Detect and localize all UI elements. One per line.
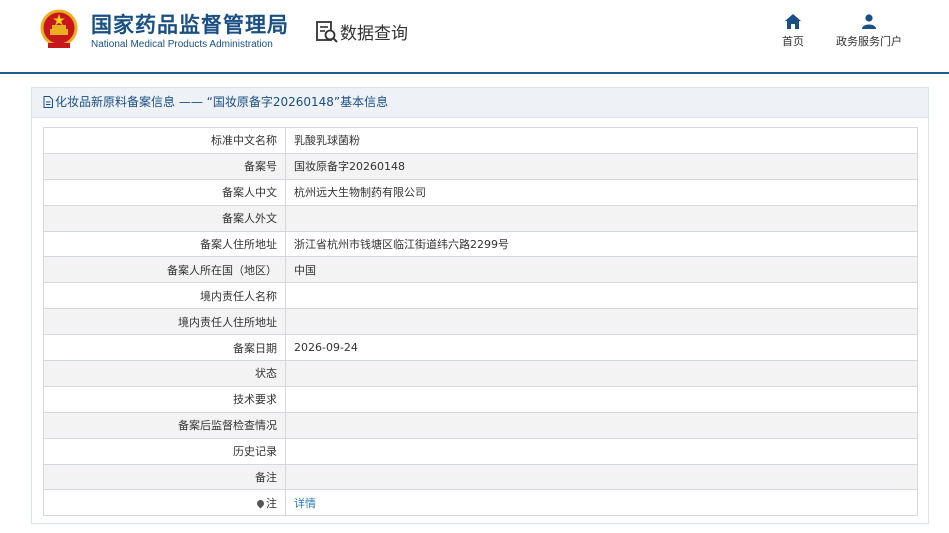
row-label: 备案人中文 bbox=[43, 178, 286, 206]
nav-home-label: 首页 bbox=[782, 35, 804, 48]
row-value bbox=[285, 385, 918, 413]
home-icon bbox=[785, 14, 801, 29]
row-value bbox=[285, 437, 918, 465]
row-label: 境内责任人住所地址 bbox=[43, 308, 286, 336]
data-query-icon bbox=[316, 21, 338, 43]
table-row: 备案人外文 bbox=[43, 204, 918, 232]
table-row: 境内责任人住所地址 bbox=[43, 308, 918, 336]
nav-portal-link[interactable]: 政务服务门户 bbox=[828, 14, 910, 49]
table-row: 技术要求 bbox=[43, 385, 918, 413]
row-label: 备案日期 bbox=[43, 334, 286, 362]
table-row: 备案号 国妆原备字20260148 bbox=[43, 152, 918, 180]
panel-header: 化妆品新原料备案信息 —— “国妆原备字20260148”基本信息 bbox=[32, 88, 928, 118]
row-label: 备案人所在国（地区） bbox=[43, 256, 286, 284]
row-value: 2026-09-24 bbox=[285, 334, 918, 362]
note-value-cell: 详情 bbox=[285, 489, 918, 517]
panel-title: 化妆品新原料备案信息 —— “国妆原备字20260148”基本信息 bbox=[55, 95, 389, 109]
header-divider bbox=[0, 72, 949, 74]
agency-name-cn: 国家药品监督管理局 bbox=[91, 13, 289, 37]
site-header: 国家药品监督管理局 National Medical Products Admi… bbox=[0, 0, 949, 72]
row-label: 历史记录 bbox=[43, 437, 286, 465]
row-value: 杭州远大生物制药有限公司 bbox=[285, 178, 918, 206]
info-table: 标准中文名称 乳酸乳球菌粉 备案号 国妆原备字20260148 备案人中文 杭州远大生物制… bbox=[43, 127, 918, 517]
note-label: 注 bbox=[266, 496, 277, 510]
user-icon bbox=[862, 14, 876, 29]
table-row: 状态 bbox=[43, 360, 918, 387]
table-row: 备案后监督检查情况 bbox=[43, 411, 918, 439]
table-row: 备注 bbox=[43, 463, 918, 491]
nav-portal-label: 政务服务门户 bbox=[836, 35, 902, 48]
row-value: 国妆原备字20260148 bbox=[285, 152, 918, 180]
table-row: 备案日期 2026-09-24 bbox=[43, 334, 918, 362]
document-icon bbox=[43, 96, 53, 108]
row-value bbox=[285, 308, 918, 336]
row-value bbox=[285, 463, 918, 491]
nav-home-link[interactable]: 首页 bbox=[772, 14, 814, 49]
row-value bbox=[285, 411, 918, 439]
table-row: 境内责任人名称 bbox=[43, 282, 918, 310]
note-label-cell: 注 bbox=[43, 489, 286, 517]
table-row: 标准中文名称 乳酸乳球菌粉 bbox=[43, 127, 918, 154]
details-link[interactable]: 详情 bbox=[294, 497, 316, 510]
agency-name-en: National Medical Products Administration bbox=[91, 39, 273, 50]
row-value bbox=[285, 360, 918, 387]
row-label: 备注 bbox=[43, 463, 286, 491]
location-pin-icon bbox=[255, 498, 266, 509]
row-label: 备案人住所地址 bbox=[43, 230, 286, 258]
row-value bbox=[285, 204, 918, 232]
row-label: 技术要求 bbox=[43, 385, 286, 413]
table-row: 备案人中文 杭州远大生物制药有限公司 bbox=[43, 178, 918, 206]
row-label: 备案人外文 bbox=[43, 204, 286, 232]
row-label: 标准中文名称 bbox=[43, 127, 286, 154]
row-value: 浙江省杭州市钱塘区临江街道纬六路2299号 bbox=[285, 230, 918, 258]
note-row: 注 详情 bbox=[43, 489, 918, 517]
row-label: 备案号 bbox=[43, 152, 286, 180]
row-value: 乳酸乳球菌粉 bbox=[285, 127, 918, 154]
row-label: 境内责任人名称 bbox=[43, 282, 286, 310]
row-label: 状态 bbox=[43, 360, 286, 387]
info-panel: 化妆品新原料备案信息 —— “国妆原备字20260148”基本信息 标准中文名称… bbox=[31, 87, 929, 524]
data-query-title: 数据查询 bbox=[340, 24, 408, 44]
row-value: 中国 bbox=[285, 256, 918, 284]
row-value bbox=[285, 282, 918, 310]
table-row: 备案人住所地址 浙江省杭州市钱塘区临江街道纬六路2299号 bbox=[43, 230, 918, 258]
table-row: 历史记录 bbox=[43, 437, 918, 465]
national-emblem-icon bbox=[40, 9, 78, 48]
table-row: 备案人所在国（地区） 中国 bbox=[43, 256, 918, 284]
row-label: 备案后监督检查情况 bbox=[43, 411, 286, 439]
